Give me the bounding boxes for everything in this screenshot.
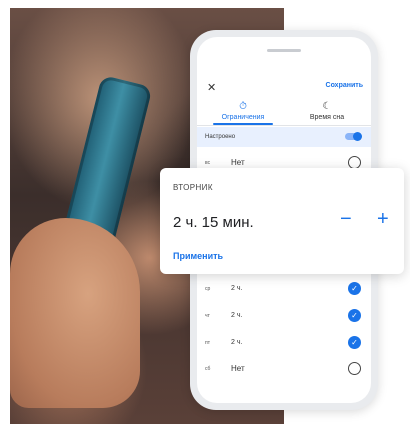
save-button[interactable]: Сохранить — [326, 82, 363, 89]
unchecked-circle-icon[interactable] — [348, 362, 361, 375]
timer-icon: ⏱ — [239, 101, 247, 112]
check-circle-icon[interactable]: ✓ — [348, 282, 361, 295]
dialog-time-value: 2 ч. 15 мин. — [173, 214, 254, 231]
day-value: 2 ч. — [231, 339, 243, 346]
day-value: Нет — [231, 364, 245, 373]
apply-button[interactable]: Применить — [173, 251, 223, 261]
configured-row: Настроено — [197, 127, 371, 147]
time-limit-dialog: ВТОРНИК 2 ч. 15 мин. − + Применить — [160, 168, 404, 274]
tab-limits[interactable]: ⏱ Ограничения — [203, 101, 283, 121]
tab-bedtime[interactable]: ☾ Время сна — [287, 101, 367, 121]
toggle-knob — [353, 132, 362, 141]
tab-divider — [197, 125, 371, 126]
day-label: пт — [205, 340, 210, 346]
check-circle-icon[interactable]: ✓ — [348, 309, 361, 322]
check-circle-icon[interactable]: ✓ — [348, 336, 361, 349]
day-value: 2 ч. — [231, 285, 243, 292]
day-value: Нет — [231, 158, 245, 167]
dialog-day-title: ВТОРНИК — [173, 183, 213, 192]
day-row-saturday[interactable]: сб Нет — [197, 357, 371, 381]
decrease-button[interactable]: − — [340, 208, 352, 231]
configured-label: Настроено — [205, 134, 236, 140]
day-value: 2 ч. — [231, 312, 243, 319]
day-label: ср — [205, 286, 211, 292]
day-row-friday[interactable]: пт 2 ч. ✓ — [197, 331, 371, 355]
day-label: сб — [205, 366, 211, 372]
tab-limits-label: Ограничения — [221, 114, 265, 121]
day-label: чт — [205, 313, 210, 319]
phone-speaker — [267, 49, 301, 52]
day-row-thursday[interactable]: чт 2 ч. ✓ — [197, 304, 371, 328]
day-row-wednesday[interactable]: ср 2 ч. ✓ — [197, 277, 371, 301]
moon-icon: ☾ — [322, 101, 332, 112]
photo-hand — [10, 218, 140, 408]
day-label: вс — [205, 160, 211, 166]
tab-bedtime-label: Время сна — [309, 114, 345, 121]
configured-toggle[interactable] — [345, 132, 362, 141]
close-icon[interactable]: ✕ — [207, 81, 216, 94]
increase-button[interactable]: + — [377, 208, 389, 231]
